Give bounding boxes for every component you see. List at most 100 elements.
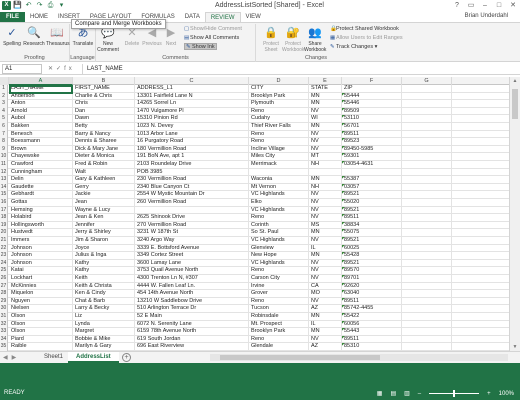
empty-cell[interactable] (402, 275, 452, 283)
row-number[interactable]: 26 (0, 275, 8, 283)
row-number[interactable]: 24 (0, 259, 8, 268)
add-sheet-icon[interactable]: + (122, 353, 131, 362)
empty-cell[interactable] (402, 328, 452, 336)
zip-cell[interactable]: 85310 (342, 343, 402, 351)
state-cell[interactable]: AZ (309, 305, 342, 313)
first-name-cell[interactable]: Dan (73, 107, 135, 116)
empty-cell[interactable] (402, 214, 452, 222)
state-cell[interactable]: NV (309, 206, 342, 215)
first-name-cell[interactable]: Gary & Kathleen (73, 176, 135, 184)
city-cell[interactable]: Brooklyn Park (249, 92, 309, 101)
scroll-down-icon[interactable]: ▼ (510, 343, 520, 351)
empty-cell[interactable] (402, 115, 452, 123)
empty-cell[interactable] (402, 221, 452, 230)
row-number[interactable]: 10 (0, 153, 8, 161)
zip-cell[interactable]: 89511 (342, 130, 402, 139)
redo-icon[interactable]: ↷ (35, 1, 44, 10)
state-cell[interactable]: MN (309, 123, 342, 131)
city-cell[interactable]: Irvine (249, 282, 309, 291)
zip-cell[interactable]: 56701 (342, 123, 402, 131)
column-header-d[interactable]: D (249, 77, 309, 85)
column-header-g[interactable]: G (402, 77, 452, 85)
address-cell[interactable]: 2554 W Mystic Mountain Dr (135, 191, 249, 199)
address-cell[interactable]: 510 Arlington Terrace Dr (135, 305, 249, 313)
first-name-cell[interactable]: Betty (73, 123, 135, 131)
zip-cell[interactable]: 92620 (342, 282, 402, 291)
row-number[interactable]: 28 (0, 290, 8, 298)
zip-cell[interactable]: 85742-4455 (342, 305, 402, 313)
first-name-cell[interactable]: Dennis & Sharee (73, 138, 135, 146)
zip-cell[interactable]: 55446 (342, 100, 402, 108)
first-name-cell[interactable]: Dieter & Monica (73, 153, 135, 161)
zip-cell[interactable]: 89511 (342, 335, 402, 344)
zip-cell[interactable]: 55444 (342, 92, 402, 101)
last-name-cell[interactable]: McKinnies (9, 282, 73, 291)
row-number[interactable]: 18 (0, 214, 8, 222)
state-cell[interactable]: MT (309, 153, 342, 161)
city-cell[interactable]: VC Highlands (249, 237, 309, 245)
city-cell[interactable]: Incline Village (249, 145, 309, 154)
first-name-cell[interactable]: Chat & Barb (73, 297, 135, 306)
empty-cell[interactable] (402, 282, 452, 291)
row-number[interactable]: 33 (0, 328, 8, 336)
state-cell[interactable]: MN (309, 176, 342, 184)
city-cell[interactable]: Glendale (249, 343, 309, 351)
empty-cell[interactable] (402, 85, 452, 93)
row-number[interactable]: 4 (0, 107, 8, 116)
last-name-cell[interactable]: Cunningham (9, 168, 73, 177)
first-name-cell[interactable]: Marilyn & Gary (73, 343, 135, 351)
address-cell[interactable]: 15310 Pinion Rd (135, 115, 249, 123)
city-cell[interactable]: Elko (249, 199, 309, 207)
last-name-cell[interactable]: Bakken (9, 123, 73, 131)
zip-cell[interactable]: 59301 (342, 153, 402, 161)
empty-cell[interactable] (402, 168, 452, 177)
state-cell[interactable]: NH (309, 161, 342, 169)
share-workbook-button[interactable]: 👥 Share Workbook (304, 26, 326, 53)
last-name-cell[interactable]: Raible (9, 343, 73, 351)
city-cell[interactable]: Reno (249, 335, 309, 344)
show-hide-comment-button[interactable]: ▢Show/Hide Comment (184, 26, 242, 33)
empty-cell[interactable] (402, 123, 452, 131)
address-cell[interactable]: 13301 Fairfield Lane N (135, 92, 249, 101)
city-cell[interactable]: Reno (249, 107, 309, 116)
state-cell[interactable]: NV (309, 275, 342, 283)
city-cell[interactable]: Reno (249, 130, 309, 139)
state-cell[interactable]: NV (309, 107, 342, 116)
state-cell[interactable]: MN (309, 100, 342, 108)
state-cell[interactable]: STATE (309, 85, 342, 93)
first-name-cell[interactable]: Jennifer (73, 221, 135, 230)
row-number[interactable]: 7 (0, 130, 8, 139)
row-number[interactable]: 16 (0, 199, 8, 207)
address-cell[interactable] (135, 206, 249, 215)
spelling-button[interactable]: ✓ Spelling (1, 26, 23, 47)
city-cell[interactable]: Thief River Falls (249, 123, 309, 131)
address-cell[interactable]: 6159 78th Avenue North (135, 328, 249, 336)
address-cell[interactable]: 16 Purgatory Road (135, 138, 249, 146)
research-button[interactable]: 🔍 Research (23, 26, 45, 47)
address-cell[interactable]: 2340 Blue Canyon Ct (135, 183, 249, 192)
zip-cell[interactable]: 55387 (342, 176, 402, 184)
city-cell[interactable]: CITY (249, 85, 309, 93)
zip-cell[interactable]: 63040 (342, 290, 402, 298)
first-name-cell[interactable]: Chris (73, 100, 135, 108)
city-cell[interactable]: Mt. Prospect (249, 320, 309, 329)
city-cell[interactable]: Reno (249, 214, 309, 222)
address-cell[interactable]: 3231 W 187th St (135, 229, 249, 237)
row-number[interactable]: 34 (0, 335, 8, 344)
row-number[interactable]: 12 (0, 168, 8, 177)
address-cell[interactable]: 4444 W. Fallen Leaf Ln. (135, 282, 249, 291)
row-number[interactable]: 21 (0, 237, 8, 245)
first-name-cell[interactable]: Kathy (73, 267, 135, 275)
first-name-cell[interactable]: Larry & Becky (73, 305, 135, 313)
empty-cell[interactable] (402, 244, 452, 253)
last-name-cell[interactable]: Johnson (9, 244, 73, 253)
empty-cell[interactable] (402, 176, 452, 184)
zip-cell[interactable]: 38834 (342, 221, 402, 230)
last-name-cell[interactable]: Olson (9, 313, 73, 321)
tab-data[interactable]: DATA (180, 12, 205, 22)
horizontal-scrollbar[interactable] (210, 354, 508, 361)
city-cell[interactable]: Corinth (249, 221, 309, 230)
city-cell[interactable]: Plymouth (249, 100, 309, 108)
zip-cell[interactable]: 55020 (342, 199, 402, 207)
first-name-cell[interactable]: FIRST_NAME (73, 85, 135, 93)
